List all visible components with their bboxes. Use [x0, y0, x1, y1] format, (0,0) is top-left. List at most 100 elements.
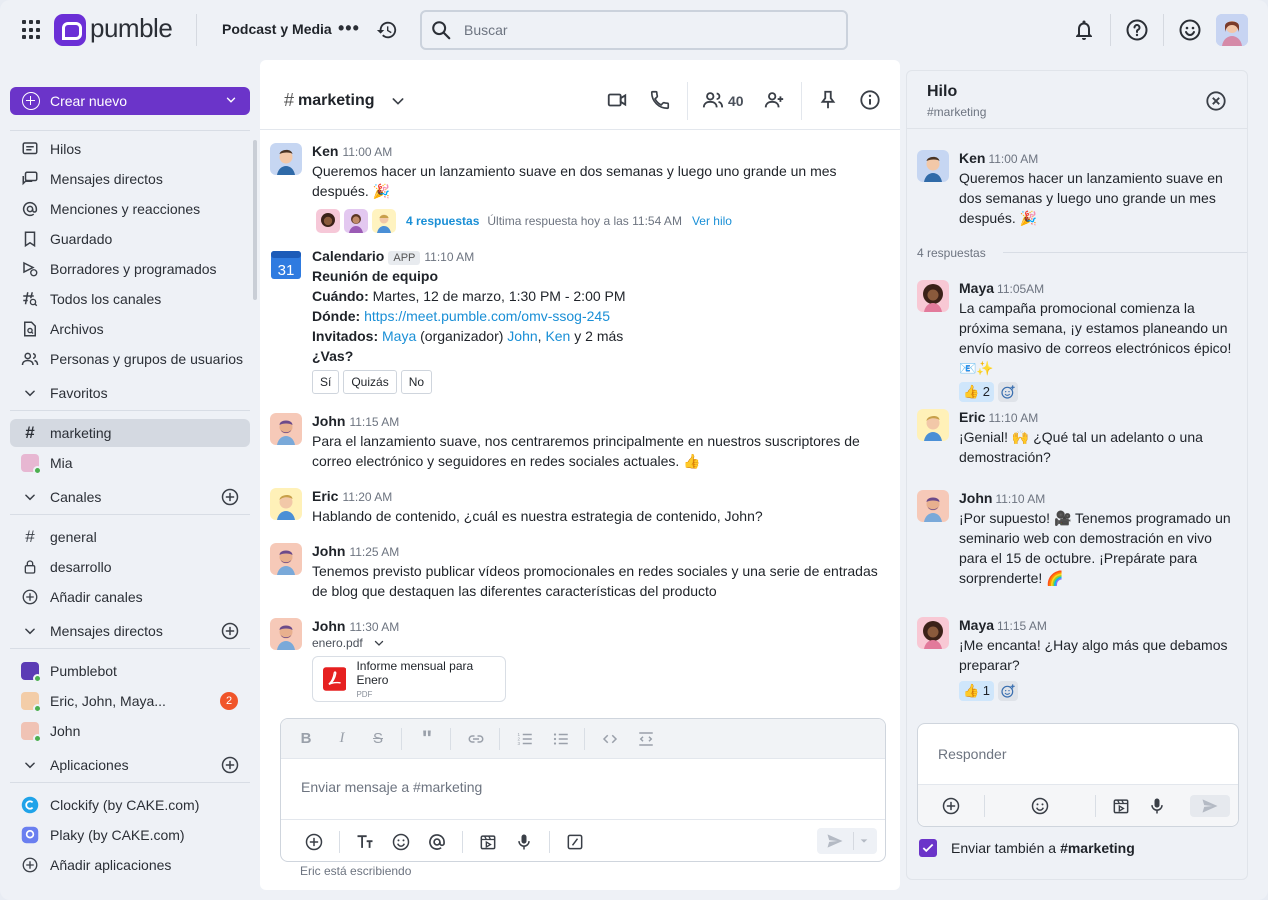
- sidebar-item-all-channels[interactable]: Todos los canales: [10, 285, 250, 313]
- ordered-list-icon[interactable]: 123: [514, 728, 536, 750]
- channel-title[interactable]: # marketing: [284, 90, 406, 111]
- reply-input[interactable]: [938, 746, 1218, 762]
- event-title[interactable]: Reunión de equipo: [312, 266, 892, 286]
- sidebar-item-general[interactable]: # general: [10, 523, 250, 551]
- guest-link[interactable]: Ken: [545, 328, 570, 344]
- code-block-icon[interactable]: [635, 728, 657, 750]
- add-member-icon[interactable]: [763, 89, 785, 111]
- section-apps[interactable]: Aplicaciones: [10, 751, 250, 779]
- section-favorites[interactable]: Favoritos: [10, 379, 250, 407]
- pin-icon[interactable]: [817, 89, 839, 111]
- text-format-icon[interactable]: [354, 831, 376, 853]
- avatar-maya[interactable]: [917, 617, 949, 649]
- bold-icon[interactable]: B: [295, 728, 317, 750]
- search-input[interactable]: [464, 22, 824, 38]
- sidebar-item-add-channels[interactable]: Añadir canales: [10, 583, 250, 611]
- members-icon[interactable]: [702, 89, 724, 111]
- code-icon[interactable]: [599, 728, 621, 750]
- sidebar-item-pumblebot[interactable]: Pumblebot: [10, 657, 250, 685]
- section-direct-messages[interactable]: Mensajes directos: [10, 617, 250, 645]
- file-name-row[interactable]: enero.pdf: [312, 636, 892, 650]
- author-name[interactable]: John: [959, 490, 992, 506]
- add-reaction-icon[interactable]: [998, 681, 1019, 701]
- avatar-maya[interactable]: [917, 280, 949, 312]
- status-emoji-icon[interactable]: [1178, 18, 1202, 42]
- sidebar-item-desarrollo[interactable]: desarrollo: [10, 553, 250, 581]
- video-call-icon[interactable]: [606, 89, 628, 111]
- sidebar-item-add-apps[interactable]: Añadir aplicaciones: [10, 851, 250, 879]
- rsvp-yes-button[interactable]: Sí: [312, 370, 340, 394]
- author-name[interactable]: Maya: [959, 280, 994, 296]
- add-dm-icon[interactable]: [220, 621, 240, 641]
- quote-icon[interactable]: ": [416, 726, 438, 751]
- close-icon[interactable]: [1205, 90, 1227, 112]
- reaction-thumbs-up[interactable]: 👍 1: [959, 681, 995, 701]
- avatar-john[interactable]: [917, 490, 949, 522]
- guest-link[interactable]: John: [507, 328, 537, 344]
- file-attachment[interactable]: Informe mensual para Enero PDF: [312, 656, 506, 702]
- sidebar-item-clockify[interactable]: Clockify (by CAKE.com): [10, 791, 250, 819]
- bullet-list-icon[interactable]: [550, 728, 572, 750]
- sidebar-scrollbar[interactable]: [253, 140, 257, 300]
- sidebar-item-direct-messages[interactable]: Mensajes directos: [10, 165, 250, 193]
- sidebar-item-group-dm[interactable]: Eric, John, Maya... 2: [10, 687, 250, 715]
- create-new-button[interactable]: Crear nuevo: [10, 87, 250, 115]
- sidebar-item-files[interactable]: Archivos: [10, 315, 250, 343]
- author-name[interactable]: Eric: [959, 409, 985, 425]
- attach-plus-icon[interactable]: [303, 831, 325, 853]
- author-name[interactable]: Eric: [312, 488, 338, 504]
- guest-link[interactable]: Maya: [382, 328, 416, 344]
- emoji-icon[interactable]: [1029, 795, 1051, 817]
- sidebar-item-saved[interactable]: Guardado: [10, 225, 250, 253]
- history-icon[interactable]: [376, 19, 398, 41]
- send-button[interactable]: [1190, 794, 1230, 817]
- member-count[interactable]: 40: [728, 93, 744, 109]
- author-name[interactable]: Ken: [312, 143, 338, 159]
- sidebar-item-people[interactable]: Personas y grupos de usuarios: [10, 345, 250, 373]
- add-app-icon[interactable]: [220, 755, 240, 775]
- apps-grid-icon[interactable]: [22, 20, 42, 40]
- workspace-name[interactable]: Podcast y Media: [222, 21, 332, 37]
- sidebar-item-plaky[interactable]: Plaky (by CAKE.com): [10, 821, 250, 849]
- avatar-john[interactable]: [270, 543, 302, 575]
- avatar-eric[interactable]: [917, 409, 949, 441]
- phone-icon[interactable]: [649, 89, 671, 111]
- view-thread-link[interactable]: Ver hilo: [692, 214, 732, 228]
- sidebar-item-marketing[interactable]: # marketing: [10, 419, 250, 447]
- also-send-option[interactable]: Enviar también a #marketing: [919, 839, 1135, 857]
- info-icon[interactable]: [859, 89, 881, 111]
- video-clip-icon[interactable]: [1110, 795, 1132, 817]
- section-channels[interactable]: Canales: [10, 483, 250, 511]
- author-name[interactable]: Maya: [959, 617, 994, 633]
- sidebar-item-mentions[interactable]: Menciones y reacciones: [10, 195, 250, 223]
- thread-replies-bar[interactable]: 4 respuestas Última respuesta hoy a las …: [312, 209, 892, 233]
- bell-icon[interactable]: [1072, 18, 1096, 42]
- author-name[interactable]: John: [312, 543, 345, 559]
- strikethrough-icon[interactable]: S: [367, 728, 389, 750]
- replies-count[interactable]: 4 respuestas: [406, 214, 479, 228]
- microphone-icon[interactable]: [1146, 795, 1168, 817]
- rsvp-no-button[interactable]: No: [400, 370, 433, 394]
- avatar-ken[interactable]: [270, 143, 302, 175]
- avatar-john[interactable]: [270, 618, 302, 650]
- mention-icon[interactable]: [426, 831, 448, 853]
- avatar-john[interactable]: [270, 413, 302, 445]
- search-bar[interactable]: [420, 10, 848, 50]
- calendar-avatar[interactable]: 31: [270, 248, 302, 280]
- sidebar-item-drafts[interactable]: Borradores y programados: [10, 255, 250, 283]
- italic-icon[interactable]: I: [331, 728, 353, 750]
- author-name[interactable]: John: [312, 618, 345, 634]
- rsvp-maybe-button[interactable]: Quizás: [343, 370, 397, 394]
- video-clip-icon[interactable]: [477, 831, 499, 853]
- sidebar-item-mia[interactable]: Mia: [10, 449, 250, 477]
- help-icon[interactable]: [1125, 18, 1149, 42]
- sidebar-item-threads[interactable]: Hilos: [10, 135, 250, 163]
- author-name[interactable]: John: [312, 413, 345, 429]
- more-options-icon[interactable]: •••: [338, 18, 360, 39]
- attach-plus-icon[interactable]: [940, 795, 962, 817]
- link-icon[interactable]: [465, 728, 487, 750]
- avatar-ken[interactable]: [917, 150, 949, 182]
- avatar-eric[interactable]: [270, 488, 302, 520]
- author-name[interactable]: Calendario: [312, 248, 384, 264]
- send-button[interactable]: [817, 828, 877, 854]
